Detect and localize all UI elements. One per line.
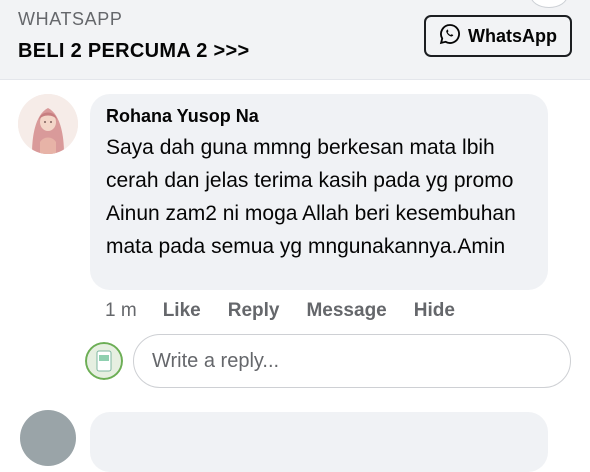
whatsapp-icon (439, 23, 461, 50)
whatsapp-button[interactable]: WhatsApp (424, 15, 572, 57)
ad-source: WHATSAPP (18, 9, 123, 29)
whatsapp-button-label: WhatsApp (468, 25, 557, 46)
reply-button[interactable]: Reply (228, 300, 280, 322)
commenter-avatar[interactable] (18, 94, 78, 154)
ad-headline[interactable]: BELI 2 PERCUMA 2 >>> (18, 40, 249, 63)
hide-button[interactable]: Hide (414, 300, 455, 322)
more-options-button[interactable] (530, 0, 568, 8)
next-commenter-avatar[interactable] (20, 410, 76, 466)
user-avatar (85, 342, 123, 380)
comment-author[interactable]: Rohana Yusop Na (106, 106, 532, 127)
comment-bubble: Rohana Yusop Na Saya dah guna mmng berke… (90, 94, 548, 290)
like-button[interactable]: Like (163, 300, 201, 322)
message-button[interactable]: Message (306, 300, 386, 322)
comment-timestamp[interactable]: 1 m (105, 300, 137, 322)
next-comment-bubble (90, 412, 548, 472)
comment-actions: 1 m Like Reply Message Hide (105, 300, 482, 322)
ad-header: WHATSAPP BELI 2 PERCUMA 2 >>> WhatsApp (0, 0, 590, 80)
reply-input[interactable] (133, 334, 571, 388)
comment-text: Saya dah guna mmng berkesan mata lbih ce… (106, 136, 516, 258)
